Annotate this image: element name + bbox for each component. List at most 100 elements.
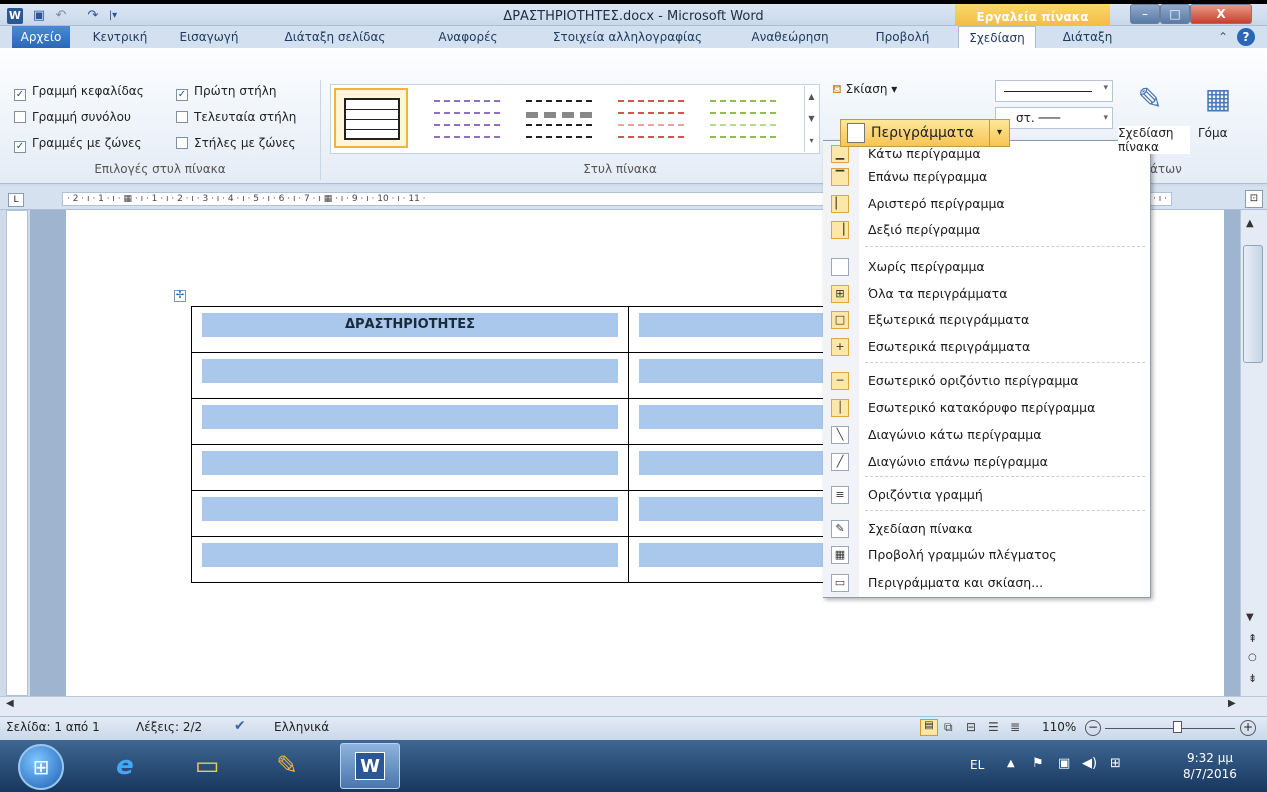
tab-review[interactable]: Αναθεώρηση [740,26,840,48]
page-count[interactable]: Σελίδα: 1 από 1 [6,720,100,734]
minimize-button[interactable]: – [1130,4,1160,24]
table-cell[interactable] [628,398,839,445]
scroll-right-icon[interactable]: ▶ [1228,698,1236,709]
banded-columns-checkbox[interactable]: Στήλες με ζώνες [176,134,296,152]
table-cell[interactable] [191,352,629,399]
menu-item-right-border[interactable]: ▕ Δεξιό περίγραμμα [823,217,1149,243]
line-style-dropdown[interactable]: ▾ [995,80,1113,102]
paint-icon[interactable]: ✎ [262,745,312,787]
tab-stop-selector[interactable]: L [8,193,24,207]
table-cell[interactable] [191,536,629,583]
draw-table-icon[interactable]: ✎ [1130,82,1170,122]
pen-weight-dropdown[interactable]: στ. ─── ▾ [995,107,1113,129]
tab-design[interactable]: Σχεδίαση [958,26,1036,48]
full-screen-reading-icon[interactable]: ⧉ [944,720,953,735]
language-indicator[interactable]: EL [970,758,984,772]
table-cell[interactable] [628,536,839,583]
table-cell[interactable] [628,352,839,399]
zoom-in-button[interactable]: + [1240,720,1256,736]
menu-item-left-border[interactable]: ▏ Αριστερό περίγραμμα [823,191,1149,217]
vertical-ruler[interactable] [6,210,28,696]
tab-mailings[interactable]: Στοιχεία αλληλογραφίας [525,26,730,48]
first-column-checkbox[interactable]: ✓ Πρώτη στήλη [176,82,276,101]
borders-split-button[interactable]: Περιγράμματα ▾ [840,119,1010,147]
zoom-slider-thumb[interactable] [1173,721,1182,733]
zoom-out-button[interactable]: − [1085,720,1101,736]
table-style-red[interactable] [614,88,688,148]
windows-flag-icon[interactable]: ⊞ [1110,756,1121,771]
zoom-level[interactable]: 110% [1042,720,1076,734]
menu-item-draw-table[interactable]: ✎ Σχεδίαση πίνακα [823,516,1149,542]
tab-home[interactable]: Κεντρική [82,26,158,48]
tab-page-layout[interactable]: Διάταξη σελίδας [260,26,410,48]
chevron-down-icon[interactable]: ▾ [989,120,1009,146]
last-column-checkbox[interactable]: Τελευταία στήλη [176,108,296,126]
minimize-ribbon-icon[interactable]: ⌃ [1218,30,1228,44]
scroll-down-icon[interactable]: ▼ [1246,612,1254,623]
file-explorer-icon[interactable]: ▭ [182,745,232,787]
proofing-icon[interactable]: ✔ [234,718,246,734]
menu-item-inside-horizontal-border[interactable]: ─ Εσωτερικό οριζόντιο περίγραμμα [823,368,1149,394]
menu-item-diagonal-down-border[interactable]: ╲ Διαγώνιο κάτω περίγραμμα [823,422,1149,448]
menu-item-outside-borders[interactable]: □ Εξωτερικά περιγράμματα [823,307,1149,333]
tab-references[interactable]: Αναφορές [418,26,518,48]
clock[interactable]: 9:32 μμ 8/7/2016 [1165,750,1255,782]
scroll-left-icon[interactable]: ◀ [6,698,14,709]
show-hidden-icons-icon[interactable]: ▲ [1007,758,1015,769]
tab-file[interactable]: Αρχείο [12,26,70,48]
shading-button[interactable]: ⛾ Σκίαση ▾ [832,82,897,98]
gallery-scroll-icon[interactable]: ▲ ▼ ▾ [804,86,818,152]
scroll-up-icon[interactable]: ▲ [1246,218,1254,229]
menu-item-view-gridlines[interactable]: ▦ Προβολή γραμμών πλέγματος [823,542,1149,568]
total-row-checkbox[interactable]: Γραμμή συνόλου [14,108,131,126]
web-layout-icon[interactable]: ⊟ [966,720,976,734]
table-cell[interactable]: ΔΡΑΣΤΗΡΙΟΤΗΤΕΣ [191,306,629,353]
table-cell[interactable] [628,306,839,353]
draft-view-icon[interactable]: ≣ [1010,720,1020,734]
table-cell[interactable] [628,444,839,491]
word-count[interactable]: Λέξεις: 2/2 [136,720,202,734]
horizontal-scrollbar[interactable] [0,696,1267,716]
volume-icon[interactable]: ◀) [1082,756,1097,771]
eraser-label[interactable]: Γόμα [1198,126,1228,140]
menu-item-diagonal-up-border[interactable]: ╱ Διαγώνιο επάνω περίγραμμα [823,449,1149,475]
menu-item-all-borders[interactable]: ⊞ Όλα τα περιγράμματα [823,281,1149,307]
zoom-slider[interactable] [1105,728,1235,729]
maximize-button[interactable]: □ [1160,4,1190,24]
next-page-icon[interactable]: ⇟ [1248,672,1257,685]
tab-insert[interactable]: Εισαγωγή [168,26,250,48]
word-taskbar-button[interactable]: W [340,743,400,789]
tab-view[interactable]: Προβολή [860,26,945,48]
menu-item-horizontal-line[interactable]: ≡ Οριζόντια γραμμή [823,482,1149,508]
windows-start-icon[interactable]: ⊞ [18,744,64,790]
draw-table-label[interactable]: Σχεδίαση πίνακα [1118,126,1190,154]
network-icon[interactable]: ▣ [1058,756,1070,771]
table-cell[interactable] [191,444,629,491]
document-table[interactable]: ΔΡΑΣΤΗΡΙΟΤΗΤΕΣ [191,306,839,583]
table-cell[interactable] [191,490,629,537]
table-style-grid[interactable] [334,88,408,148]
internet-explorer-icon[interactable]: e [100,745,150,787]
table-cell[interactable] [191,398,629,445]
eraser-icon[interactable]: ▦ [1198,82,1238,122]
outline-view-icon[interactable]: ☰ [988,720,999,734]
tab-layout[interactable]: Διάταξη [1045,26,1130,48]
previous-page-icon[interactable]: ⇞ [1248,632,1257,645]
menu-item-top-border[interactable]: ▔ Επάνω περίγραμμα [823,164,1149,190]
menu-item-borders-shading[interactable]: ▭ Περιγράμματα και σκίαση... [823,570,1149,596]
table-style-green[interactable] [706,88,780,148]
select-browse-object-icon[interactable]: ○ [1248,652,1257,663]
header-row-checkbox[interactable]: ✓ Γραμμή κεφαλίδας [14,82,144,101]
view-ruler-icon[interactable]: ⊡ [1245,190,1263,208]
help-icon[interactable]: ? [1237,28,1255,46]
banded-rows-checkbox[interactable]: ✓ Γραμμές με ζώνες [14,134,142,153]
action-center-flag-icon[interactable]: ⚑ [1032,756,1044,771]
vertical-scroll-thumb[interactable] [1243,245,1263,363]
menu-item-no-border[interactable]: Χωρίς περίγραμμα [823,254,1149,280]
table-style-purple[interactable] [430,88,504,148]
menu-item-inside-borders[interactable]: + Εσωτερικά περιγράμματα [823,334,1149,360]
menu-item-inside-vertical-border[interactable]: │ Εσωτερικό κατακόρυφο περίγραμμα [823,395,1149,421]
close-button[interactable]: X [1190,4,1252,24]
language-status[interactable]: Ελληνικά [274,720,329,734]
table-style-black[interactable] [522,88,596,148]
